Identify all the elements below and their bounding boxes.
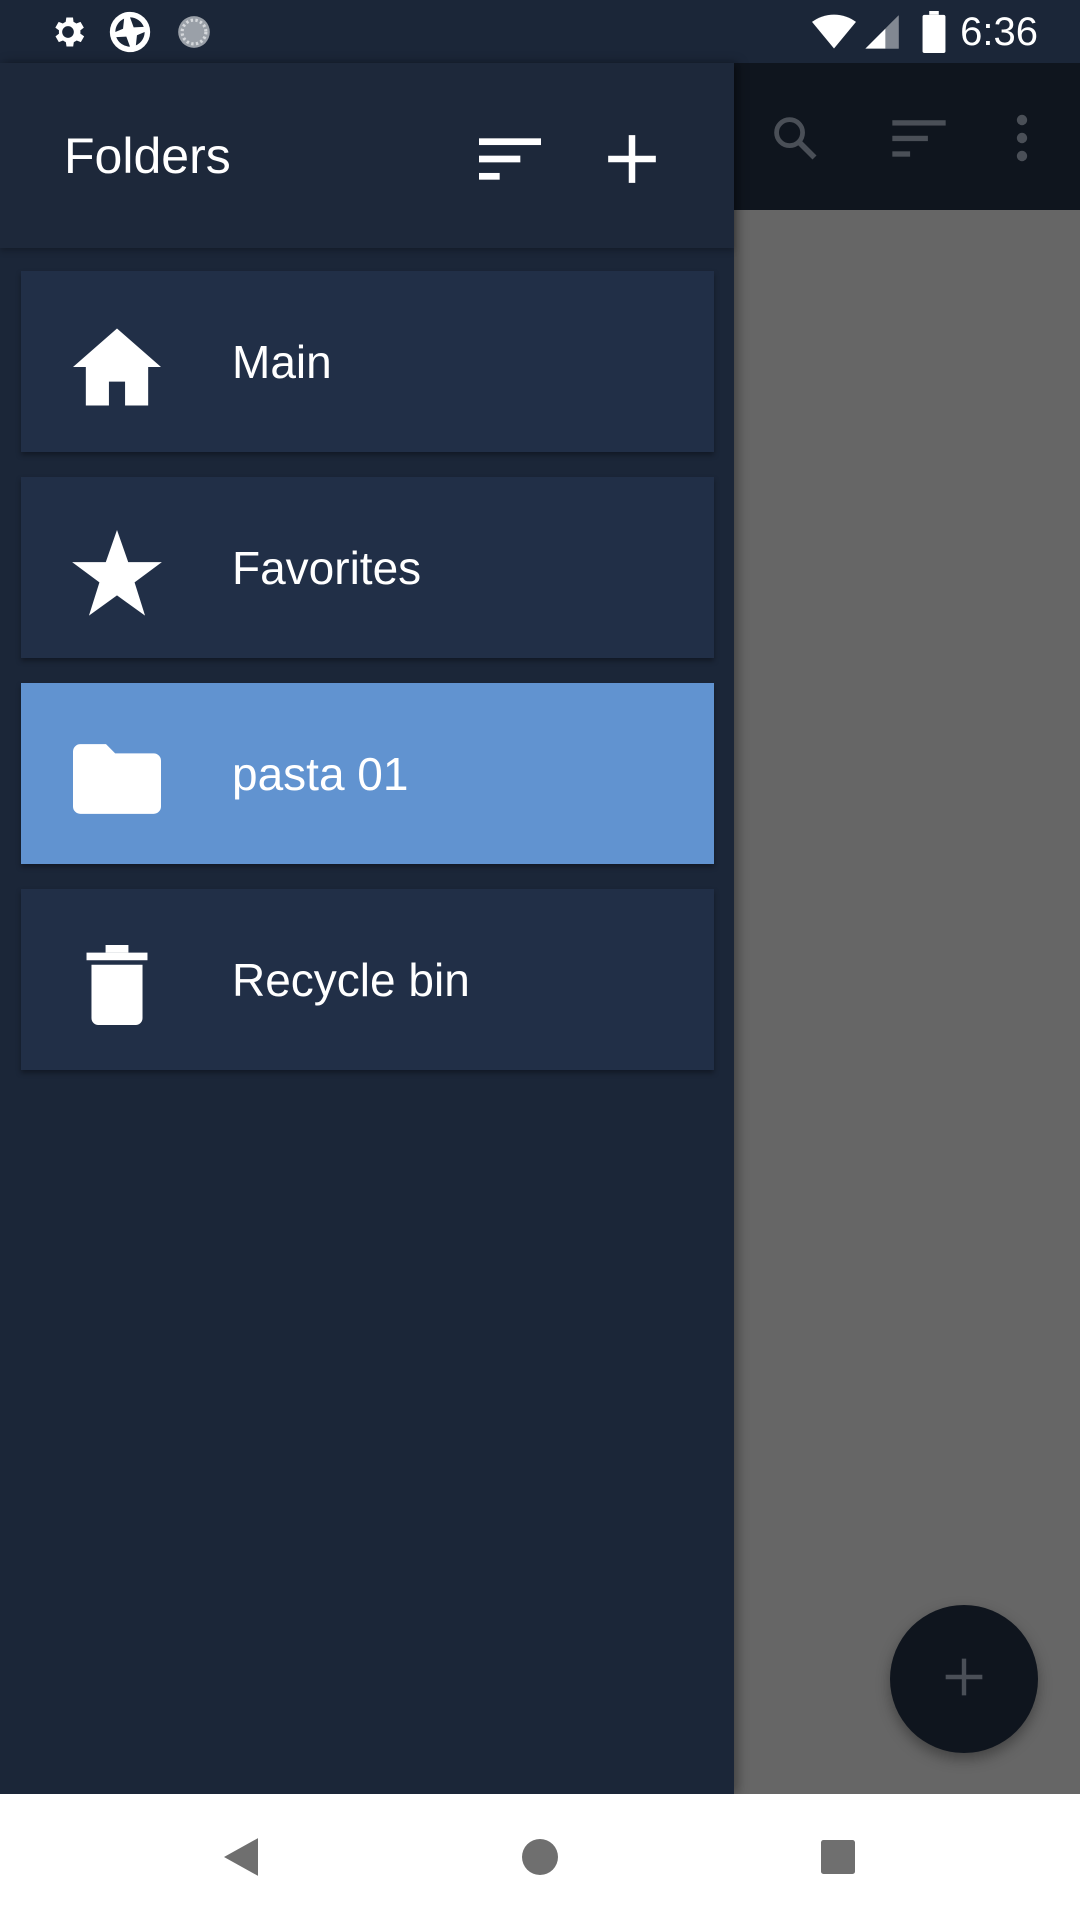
more-vert-icon[interactable] (987, 103, 1057, 173)
sort-folders-button[interactable] (470, 119, 550, 199)
back-button[interactable] (206, 1822, 276, 1892)
home-icon (69, 319, 165, 415)
battery-icon (912, 10, 956, 54)
folder-item-recycle-bin[interactable]: Recycle bin (21, 889, 714, 1070)
folder-label: pasta 01 (232, 747, 409, 800)
star-icon (69, 525, 165, 621)
drawer-title: Folders (64, 128, 231, 184)
folder-item-favorites[interactable]: Favorites (21, 477, 714, 658)
trash-icon (69, 937, 165, 1033)
back-icon (224, 1838, 258, 1876)
home-button[interactable] (505, 1822, 575, 1892)
sync-spinner-icon (172, 10, 216, 54)
app-shutter-icon (108, 10, 152, 54)
system-nav-bar (0, 1794, 1080, 1920)
add-note-fab[interactable] (890, 1605, 1038, 1753)
recents-button[interactable] (803, 1822, 873, 1892)
sort-icon[interactable] (884, 103, 954, 173)
settings-icon (46, 10, 90, 54)
wifi-icon (812, 10, 856, 54)
folder-item-pasta-01[interactable]: pasta 01 (21, 683, 714, 864)
status-time: 6:36 (960, 10, 1038, 54)
folder-label: Recycle bin (232, 953, 470, 1006)
recents-icon (821, 1840, 855, 1874)
search-icon[interactable] (760, 103, 830, 173)
sort-icon (479, 138, 541, 180)
folder-label: Main (232, 335, 332, 388)
main-content-scrim[interactable] (734, 210, 1080, 1794)
add-icon (608, 135, 656, 183)
add-folder-button[interactable] (592, 119, 672, 199)
add-icon (942, 1655, 986, 1704)
cell-signal-icon (860, 10, 904, 54)
folder-icon (69, 731, 165, 827)
drawer-header: Folders (0, 63, 734, 248)
folder-label: Favorites (232, 541, 422, 594)
main-app-bar (734, 63, 1080, 210)
folder-item-main[interactable]: Main (21, 271, 714, 452)
status-bar: 6:36 (0, 0, 1080, 63)
home-circle-icon (522, 1839, 558, 1875)
folders-drawer: Folders Main Favorites pasta 01 Recycle … (0, 63, 734, 1794)
